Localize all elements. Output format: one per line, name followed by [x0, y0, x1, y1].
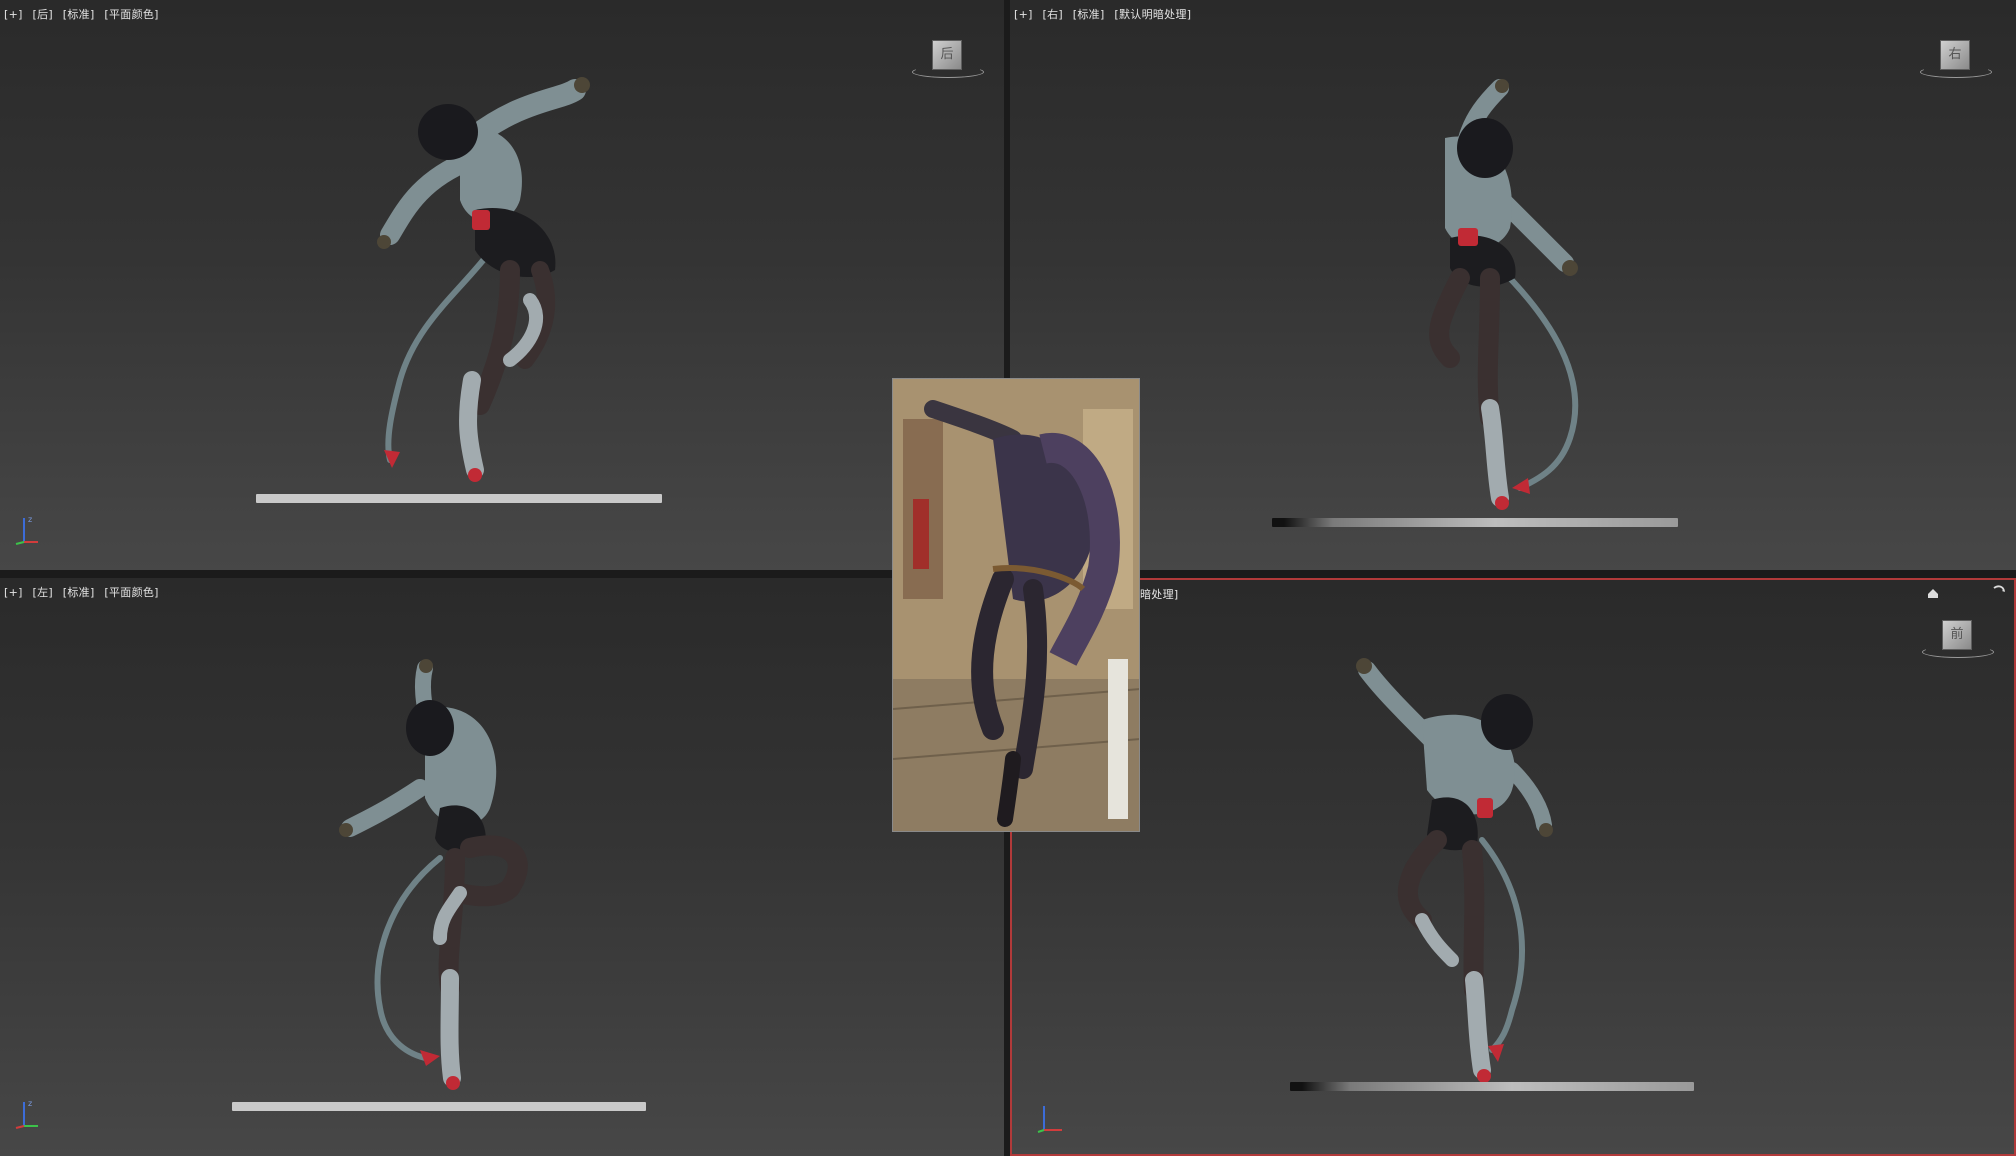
- viewport-shading-mode[interactable]: 暗处理]: [1140, 588, 1179, 601]
- viewport-back[interactable]: [+] [后] [标准] [平面颜色] 后 z: [0, 0, 1004, 570]
- axis-tripod-icon: z: [15, 1099, 38, 1129]
- orbit-icon[interactable]: [1992, 584, 2006, 598]
- app-window: [+] [后] [标准] [平面颜色] 后 z [+] [右] [标准] [默认…: [0, 0, 2016, 1156]
- viewcube-icon[interactable]: 后: [912, 36, 984, 86]
- axis-tripod-icon: z: [15, 515, 38, 545]
- viewport-menu-plus[interactable]: [+]: [1014, 8, 1033, 21]
- viewport-shading-mode[interactable]: [平面颜色]: [104, 8, 158, 21]
- axis-tripod-icon: [1037, 1106, 1062, 1133]
- reference-image[interactable]: [892, 378, 1140, 832]
- character-model-left[interactable]: [330, 658, 590, 1098]
- viewport-point-of-view[interactable]: [右]: [1043, 8, 1063, 21]
- ground-plane: [232, 1102, 646, 1111]
- viewport-point-of-view[interactable]: [后]: [33, 8, 53, 21]
- viewport-shading-mode[interactable]: [默认明暗处理]: [1114, 8, 1191, 21]
- viewport-shading-mode[interactable]: [平面颜色]: [104, 586, 158, 599]
- viewport-camera-mode[interactable]: [标准]: [63, 8, 95, 21]
- viewport-point-of-view[interactable]: [左]: [33, 586, 53, 599]
- viewcube-icon[interactable]: 前: [1922, 616, 1994, 666]
- viewport-right[interactable]: [+] [右] [标准] [默认明暗处理] 右: [1010, 0, 2016, 570]
- viewport-label-left[interactable]: [+] [左] [标准] [平面颜色]: [4, 584, 165, 600]
- viewport-label-perspective[interactable]: 暗处理]: [1140, 586, 1185, 602]
- viewport-menu-plus[interactable]: [+]: [4, 586, 23, 599]
- character-model-back[interactable]: [360, 60, 620, 500]
- viewcube-ring[interactable]: [1922, 646, 1994, 658]
- viewcube-icon[interactable]: 右: [1920, 36, 1992, 86]
- reference-image-illustration: [893, 379, 1139, 831]
- viewport-perspective[interactable]: 暗处理] 前: [1010, 578, 2016, 1156]
- svg-text:z: z: [28, 515, 32, 524]
- viewport-left[interactable]: [+] [左] [标准] [平面颜色] z: [0, 578, 1004, 1156]
- viewport-label-right[interactable]: [+] [右] [标准] [默认明暗处理]: [1014, 6, 1197, 22]
- viewcube-ring[interactable]: [912, 66, 984, 78]
- ground-plane: [256, 494, 662, 503]
- home-icon[interactable]: [1926, 586, 1940, 600]
- character-model-perspective[interactable]: [1312, 650, 1612, 1110]
- viewport-menu-plus[interactable]: [+]: [4, 8, 23, 21]
- viewcube-ring[interactable]: [1920, 66, 1992, 78]
- ground-plane: [1272, 518, 1678, 527]
- svg-text:z: z: [28, 1099, 32, 1108]
- viewport-camera-mode[interactable]: [标准]: [1073, 8, 1105, 21]
- viewport-label-back[interactable]: [+] [后] [标准] [平面颜色]: [4, 6, 165, 22]
- character-model-right[interactable]: [1350, 78, 1610, 538]
- viewport-camera-mode[interactable]: [标准]: [63, 586, 95, 599]
- ground-plane: [1290, 1082, 1694, 1091]
